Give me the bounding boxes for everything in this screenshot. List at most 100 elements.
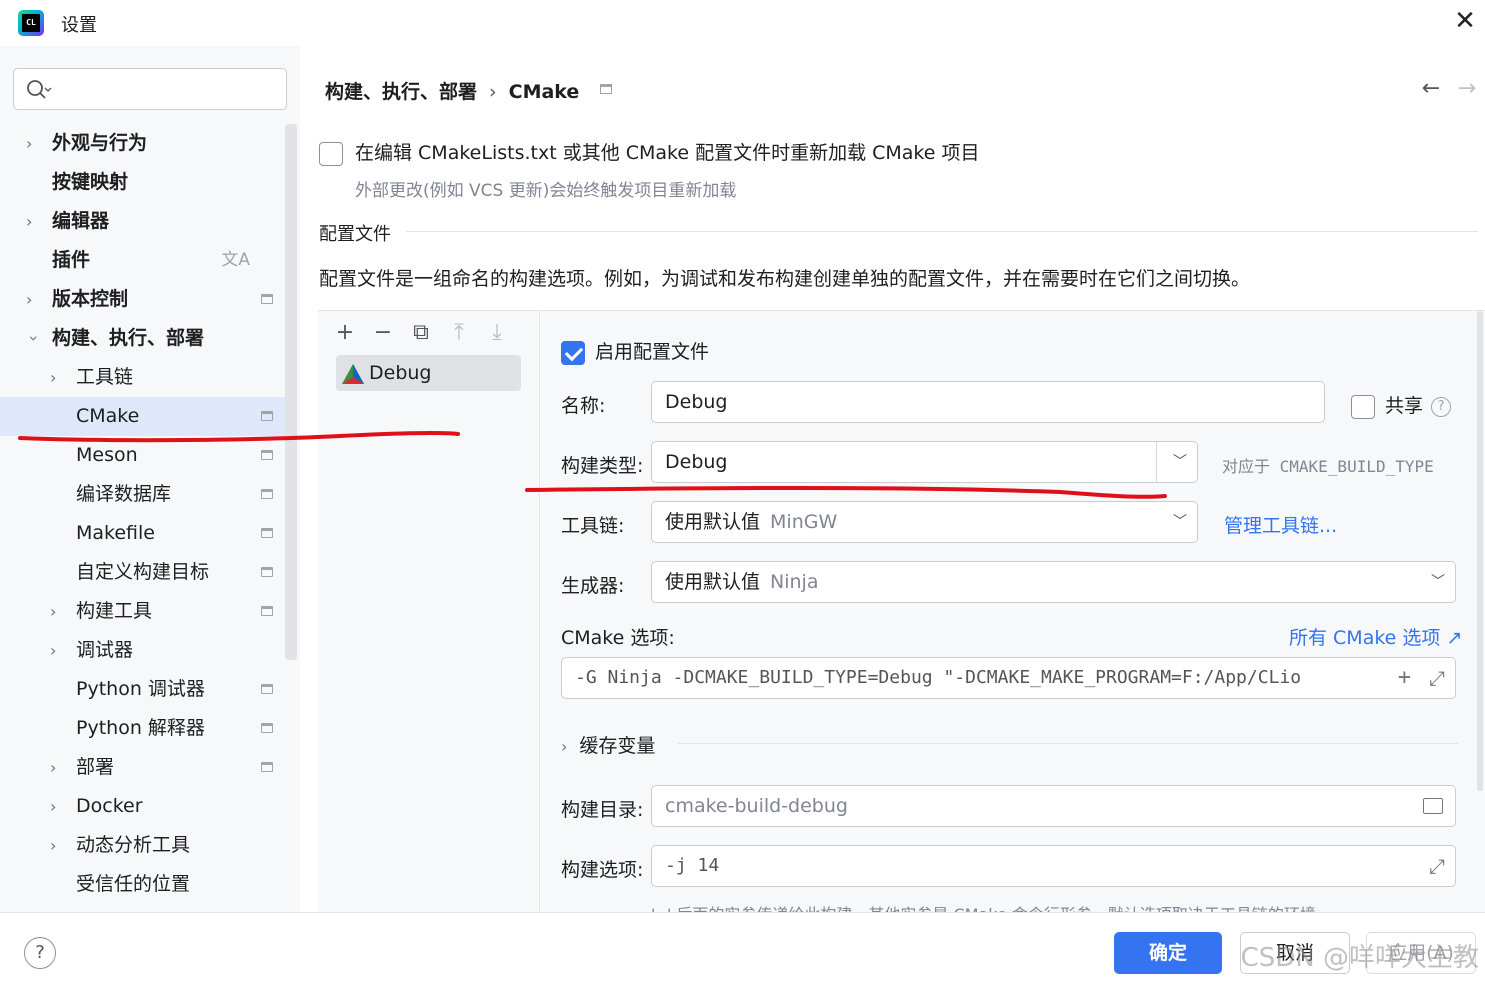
chevron-right-icon: › <box>26 290 33 309</box>
watermark: CSDN @咩咩大主教 <box>1240 943 1479 973</box>
manage-toolchains-link[interactable]: 管理工具链... <box>1224 511 1337 538</box>
chevron-right-icon: › <box>26 134 33 153</box>
profiles-section-title: 配置文件 <box>319 224 391 245</box>
copy-icon[interactable]: ⧉ <box>402 317 440 349</box>
project-settings-icon <box>261 528 273 538</box>
toolchain-select[interactable]: 使用默认值 MinGW ﹀ <box>651 501 1198 543</box>
generator-label: 生成器: <box>561 575 625 597</box>
help-icon[interactable]: ? <box>1431 396 1452 417</box>
chevron-right-icon: › <box>50 368 57 387</box>
sidebar-item-toolchains[interactable]: › 工具链 <box>0 358 288 397</box>
move-down-icon[interactable]: ⤓ <box>478 317 516 349</box>
build-options-field[interactable]: -j 14 ⤢ <box>651 845 1456 887</box>
back-arrow-icon[interactable]: ← <box>1413 76 1449 101</box>
folder-icon[interactable] <box>1423 798 1443 814</box>
project-settings-icon <box>261 762 273 772</box>
breadcrumb-separator: › <box>489 81 497 103</box>
cache-variables-toggle[interactable]: › 缓存变量 <box>561 731 655 758</box>
sidebar-item-compilation-db[interactable]: 编译数据库 <box>0 475 288 514</box>
help-icon[interactable]: ? <box>24 937 56 969</box>
breadcrumb-current: CMake <box>508 81 580 103</box>
sidebar-item-debugger[interactable]: › 调试器 <box>0 631 288 670</box>
settings-window: CL 设置 ✕ › 外观与行为 按键映射 › 编辑器 插件 文A › 版本控制 … <box>0 0 1485 987</box>
share-label: 共享 <box>1385 395 1424 417</box>
reload-cmake-checkbox[interactable] <box>319 141 343 166</box>
share-option: 共享? <box>1351 391 1452 419</box>
expand-icon[interactable]: ⤢ <box>1423 846 1445 886</box>
project-settings-icon <box>261 450 273 460</box>
sidebar-item-custom-build-targets[interactable]: 自定义构建目标 <box>0 553 288 592</box>
sidebar-item-plugins[interactable]: 插件 文A <box>0 241 288 280</box>
sidebar-item-meson[interactable]: Meson <box>0 436 288 475</box>
sidebar-item-trusted-locations[interactable]: 受信任的位置 <box>0 865 288 904</box>
enable-profile-checkbox[interactable] <box>561 340 585 365</box>
chevron-right-icon: › <box>50 641 57 660</box>
sidebar-item-cmake[interactable]: CMake <box>0 397 288 436</box>
build-dir-field[interactable]: cmake-build-debug <box>651 785 1456 827</box>
forward-arrow-icon[interactable]: → <box>1449 76 1485 101</box>
sidebar-item-makefile[interactable]: Makefile <box>0 514 288 553</box>
chevron-right-icon: › <box>50 758 57 777</box>
enable-profile-option: 启用配置文件 <box>561 337 709 365</box>
sidebar-item-python-debugger[interactable]: Python 调试器 <box>0 670 288 709</box>
cmake-settings-panel: 构建、执行、部署 › CMake ← → 在编辑 CMakeLists.txt 或其他… <box>300 46 1485 924</box>
build-dir-label: 构建目录: <box>561 799 644 821</box>
dialog-footer: ? 确定 取消 应用(A) CSDN @咩咩大主教 <box>0 912 1485 987</box>
profile-item-debug[interactable]: Debug <box>336 355 521 391</box>
add-icon[interactable]: + <box>326 317 364 349</box>
sidebar-item-vcs[interactable]: › 版本控制 <box>0 280 288 319</box>
sidebar-scrollbar[interactable] <box>285 124 297 660</box>
sidebar-item-dynamic-analysis[interactable]: › 动态分析工具 <box>0 826 288 865</box>
share-checkbox[interactable] <box>1351 394 1375 419</box>
chevron-right-icon: › <box>561 737 568 756</box>
sidebar-item-build-tools[interactable]: › 构建工具 <box>0 592 288 631</box>
build-type-combobox[interactable]: Debug ﹀ <box>651 441 1198 483</box>
project-settings-icon <box>261 294 273 304</box>
remove-icon[interactable]: − <box>364 317 402 349</box>
reload-cmake-option: 在编辑 CMakeLists.txt 或其他 CMake 配置文件时重新加载 C… <box>319 138 980 166</box>
settings-sidebar: › 外观与行为 按键映射 › 编辑器 插件 文A › 版本控制 › 构建、执行、… <box>0 46 300 912</box>
profiles-list-panel: + − ⧉ ⤒ ⤓ Debug <box>318 310 540 912</box>
form-scrollbar[interactable] <box>1477 311 1483 791</box>
search-input[interactable] <box>13 68 287 110</box>
expand-icon[interactable]: ⤢ <box>1423 658 1445 698</box>
project-settings-icon <box>261 723 273 733</box>
all-cmake-options-link[interactable]: 所有 CMake 选项 ↗ <box>1289 623 1462 650</box>
chevron-down-icon: ﹀ <box>1431 574 1445 590</box>
close-icon[interactable]: ✕ <box>1449 6 1481 38</box>
cache-variables-label: 缓存变量 <box>579 735 656 757</box>
build-type-label: 构建类型: <box>561 455 644 477</box>
title-bar: CL 设置 ✕ <box>0 0 1485 46</box>
enable-profile-label: 启用配置文件 <box>595 341 710 363</box>
sidebar-item-keymap[interactable]: 按键映射 <box>0 163 288 202</box>
move-up-icon[interactable]: ⤒ <box>440 317 478 349</box>
generator-select[interactable]: 使用默认值 Ninja ﹀ <box>651 561 1456 603</box>
breadcrumb-parent[interactable]: 构建、执行、部署 <box>325 81 477 103</box>
build-type-hint: 对应于 CMAKE_BUILD_TYPE <box>1222 457 1434 476</box>
section-divider <box>406 231 1478 232</box>
profile-name-field[interactable]: Debug <box>651 381 1325 423</box>
sidebar-item-python-interpreter[interactable]: Python 解释器 <box>0 709 288 748</box>
insert-macro-icon[interactable]: + <box>1391 658 1411 698</box>
ok-button[interactable]: 确定 <box>1114 932 1222 974</box>
chevron-down-icon: › <box>24 335 44 342</box>
sidebar-item-editor[interactable]: › 编辑器 <box>0 202 288 241</box>
project-settings-icon <box>261 489 273 499</box>
clion-app-icon: CL <box>18 10 44 36</box>
chevron-right-icon: › <box>50 602 57 621</box>
sidebar-item-docker[interactable]: › Docker <box>0 787 288 826</box>
sidebar-item-appearance[interactable]: › 外观与行为 <box>0 124 288 163</box>
project-settings-icon <box>261 684 273 694</box>
window-title: 设置 <box>61 15 97 36</box>
cmake-options-label: CMake 选项: <box>561 627 675 649</box>
name-label: 名称: <box>561 395 606 417</box>
sidebar-item-deployment[interactable]: › 部署 <box>0 748 288 787</box>
build-type-value: Debug <box>665 451 728 473</box>
project-settings-icon <box>261 567 273 577</box>
chevron-right-icon: › <box>50 797 57 816</box>
chevron-right-icon: › <box>50 836 57 855</box>
cmake-options-field[interactable]: -G Ninja -DCMAKE_BUILD_TYPE=Debug "-DCMA… <box>561 657 1456 699</box>
build-options-label: 构建选项: <box>561 859 644 881</box>
chevron-down-icon[interactable]: ﹀ <box>1173 442 1187 482</box>
sidebar-item-build-exec-deploy[interactable]: › 构建、执行、部署 <box>0 319 288 358</box>
